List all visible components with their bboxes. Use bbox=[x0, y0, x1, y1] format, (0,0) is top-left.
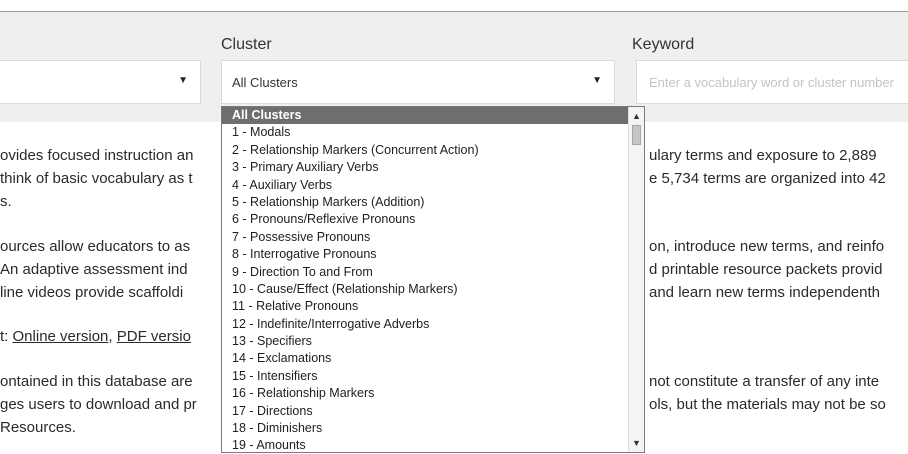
links-separator: , bbox=[108, 328, 117, 345]
cluster-option[interactable]: All Clusters bbox=[222, 107, 629, 125]
cluster-option[interactable]: 9 - Direction To and From bbox=[222, 264, 629, 281]
dropdown-scrollbar[interactable]: ▲ ▼ bbox=[628, 107, 644, 452]
cluster-option[interactable]: 14 - Exclamations bbox=[222, 350, 629, 367]
body-line-right: d printable resource packets provid bbox=[649, 261, 883, 278]
body-line: ovides focused instruction an bbox=[0, 147, 194, 164]
links-prefix: t: bbox=[0, 328, 13, 345]
cluster-option[interactable]: 13 - Specifiers bbox=[222, 333, 629, 350]
body-line-right: ulary terms and exposure to 2,889 bbox=[649, 147, 877, 164]
cluster-option[interactable]: 19 - Amounts bbox=[222, 437, 629, 452]
cluster-option[interactable]: 15 - Intensifiers bbox=[222, 368, 629, 385]
scrollbar-thumb[interactable] bbox=[632, 125, 641, 145]
cluster-options: All Clusters 1 - Modals 2 - Relationship M… bbox=[222, 107, 629, 452]
cluster-option[interactable]: 7 - Possessive Pronouns bbox=[222, 229, 629, 246]
cluster-label: Cluster bbox=[221, 36, 272, 53]
body-line: ges users to download and pr bbox=[0, 396, 197, 413]
body-line: ources allow educators to as bbox=[0, 238, 191, 255]
body-line: line videos provide scaffoldi bbox=[0, 284, 184, 301]
cluster-option[interactable]: 17 - Directions bbox=[222, 403, 629, 420]
cluster-option[interactable]: 12 - Indefinite/Interrogative Adverbs bbox=[222, 316, 629, 333]
body-line: s. bbox=[0, 193, 12, 210]
body-line: An adaptive assessment ind bbox=[0, 261, 188, 278]
cluster-option[interactable]: 4 - Auxiliary Verbs bbox=[222, 177, 629, 194]
cluster-select[interactable]: All Clusters ▼ bbox=[221, 60, 615, 104]
cluster-option[interactable]: 18 - Diminishers bbox=[222, 420, 629, 437]
caret-down-icon: ▼ bbox=[178, 75, 188, 86]
body-line-right: e 5,734 terms are organized into 42 bbox=[649, 170, 886, 187]
cluster-option[interactable]: 16 - Relationship Markers bbox=[222, 385, 629, 402]
cluster-option[interactable]: 3 - Primary Auxiliary Verbs bbox=[222, 159, 629, 176]
cluster-option[interactable]: 11 - Relative Pronouns bbox=[222, 298, 629, 315]
caret-down-icon: ▼ bbox=[592, 75, 602, 86]
scroll-down-arrow-icon[interactable]: ▼ bbox=[629, 436, 644, 450]
body-line: ontained in this database are bbox=[0, 373, 193, 390]
cluster-dropdown-list[interactable]: All Clusters 1 - Modals 2 - Relationship M… bbox=[221, 106, 645, 453]
keyword-input[interactable] bbox=[636, 60, 908, 104]
cluster-option[interactable]: 10 - Cause/Effect (Relationship Markers) bbox=[222, 281, 629, 298]
body-line-right: not constitute a transfer of any inte bbox=[649, 373, 880, 390]
body-line: Resources. bbox=[0, 419, 76, 436]
body-line-right: on, introduce new terms, and reinfo bbox=[649, 238, 885, 255]
body-line: think of basic vocabulary as t bbox=[0, 170, 193, 187]
pdf-version-link[interactable]: PDF versio bbox=[117, 328, 191, 345]
scroll-up-arrow-icon[interactable]: ▲ bbox=[629, 109, 644, 123]
keyword-label: Keyword bbox=[632, 36, 695, 53]
cluster-option[interactable]: 2 - Relationship Markers (Concurrent Act… bbox=[222, 142, 629, 159]
cluster-option[interactable]: 5 - Relationship Markers (Addition) bbox=[222, 194, 629, 211]
resource-links-line: t: Online version, PDF versio bbox=[0, 328, 191, 346]
category-select[interactable]: ▼ bbox=[0, 60, 201, 104]
cluster-option[interactable]: 1 - Modals bbox=[222, 124, 629, 141]
body-line-right: ols, but the materials may not be so bbox=[649, 396, 886, 413]
online-version-link[interactable]: Online version bbox=[13, 328, 109, 345]
cluster-option[interactable]: 6 - Pronouns/Reflexive Pronouns bbox=[222, 211, 629, 228]
cluster-select-value: All Clusters bbox=[232, 75, 298, 90]
body-line-right: and learn new terms independenth bbox=[649, 284, 880, 301]
cluster-option[interactable]: 8 - Interrogative Pronouns bbox=[222, 246, 629, 263]
